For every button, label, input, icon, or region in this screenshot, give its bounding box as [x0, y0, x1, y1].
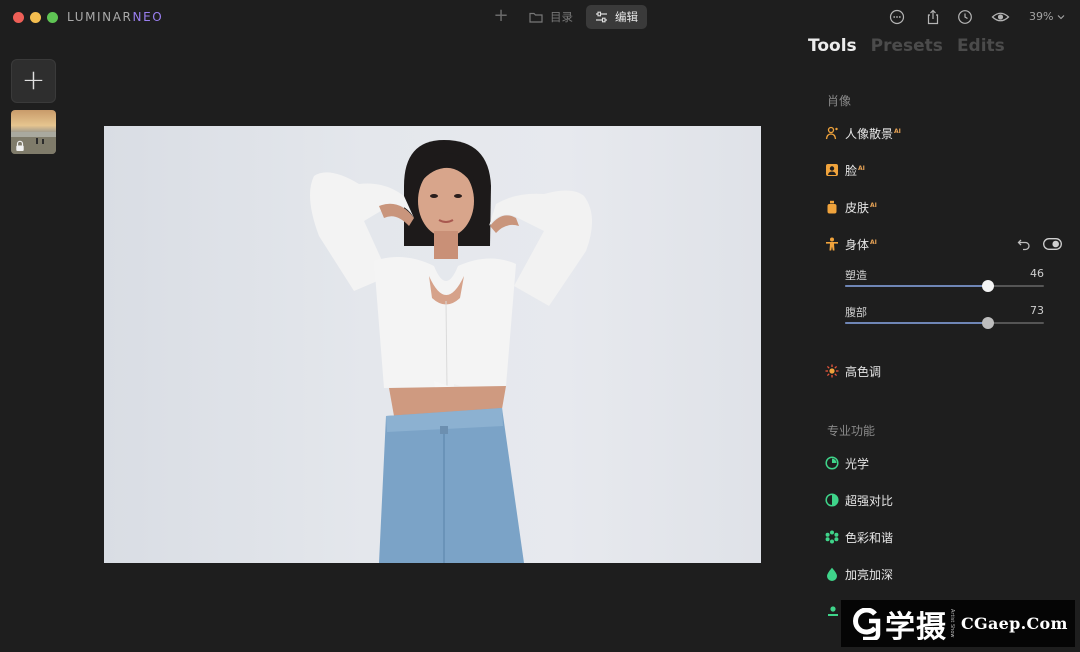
tool-color-harmony[interactable]: 色彩和谐: [825, 528, 893, 546]
tab-tools[interactable]: Tools: [808, 36, 857, 56]
tab-edit-label: 编辑: [615, 10, 638, 24]
tool-face[interactable]: 脸AI: [825, 161, 865, 179]
slider-shape-knob[interactable]: [982, 280, 995, 292]
photo-thumbnail[interactable]: [11, 110, 56, 154]
skin-icon: [827, 200, 837, 214]
zoom-selector[interactable]: 39%: [1029, 10, 1065, 23]
section-professional: 专业功能: [827, 424, 876, 438]
history-icon[interactable]: [957, 9, 973, 25]
tab-catalog-label: 目录: [550, 10, 573, 24]
slider-belly-fill: [845, 322, 989, 324]
tool-body-label: 身体: [845, 237, 870, 252]
watermark-cn: 学摄: [885, 609, 947, 645]
tool-color-harmony-label: 色彩和谐: [845, 530, 894, 545]
tab-edits[interactable]: Edits: [957, 36, 1005, 56]
close-window-button[interactable]: [13, 12, 24, 23]
face-icon: [826, 164, 838, 176]
add-icon[interactable]: +: [493, 7, 509, 25]
color-harmony-icon: [825, 530, 839, 544]
body-icon: [826, 237, 838, 251]
title-bar: LUMINARNEO + 目录 编辑 39%: [0, 0, 1080, 34]
lock-icon: [16, 140, 24, 151]
minimize-window-button[interactable]: [30, 12, 41, 23]
chevron-down-icon: [1058, 14, 1065, 19]
body-tool-actions: [1017, 237, 1062, 251]
add-photo-button[interactable]: +: [11, 59, 56, 103]
tool-supercontrast[interactable]: 超强对比: [825, 491, 893, 509]
tab-presets[interactable]: Presets: [871, 36, 943, 56]
toggle-visibility-icon[interactable]: [1043, 238, 1062, 250]
tool-portrait-bokeh[interactable]: 人像散景AI: [825, 124, 901, 142]
slider-belly-label: 腹部: [845, 306, 867, 319]
slider-shape-fill: [845, 285, 989, 287]
app-logo: LUMINARNEO: [67, 10, 164, 24]
tool-skin[interactable]: 皮肤AI: [825, 198, 877, 216]
watermark-small: Artist Show: [949, 609, 955, 638]
tool-high-key[interactable]: 高色调: [825, 362, 881, 380]
section-portrait: 肖像: [827, 94, 852, 108]
tool-skin-label: 皮肤: [845, 200, 870, 215]
tool-high-key-label: 高色调: [845, 364, 882, 379]
watermark-logo: [853, 607, 881, 640]
folder-icon: [529, 12, 543, 23]
slider-shape-value: 46: [1030, 267, 1044, 280]
person-icon: [828, 606, 838, 616]
panel-tabs: Tools Presets Edits: [808, 36, 1005, 56]
slider-belly[interactable]: [845, 317, 1044, 329]
tool-body[interactable]: 身体AI: [825, 235, 877, 253]
tab-edit[interactable]: 编辑: [586, 5, 647, 29]
portrait-bokeh-icon: [825, 126, 838, 140]
watermark-en: CGaep.Com: [961, 614, 1068, 633]
tab-catalog[interactable]: 目录: [520, 5, 582, 29]
tool-dodge-burn-label: 加亮加深: [845, 567, 894, 582]
slider-shape[interactable]: [845, 280, 1044, 292]
ai-badge: AI: [870, 201, 877, 209]
ai-badge: AI: [858, 164, 865, 172]
sliders-icon: [596, 11, 607, 23]
zoom-level: 39%: [1029, 10, 1054, 23]
tool-optics[interactable]: 光学: [825, 454, 869, 472]
supercontrast-icon: [825, 493, 839, 507]
watermark: 学摄 Artist Show CGaep.Com: [841, 600, 1075, 647]
tool-optics-label: 光学: [845, 456, 870, 471]
ai-badge: AI: [894, 127, 901, 135]
preview-eye-icon[interactable]: [991, 9, 1010, 25]
portrait-photo: [310, 140, 593, 563]
optics-icon: [825, 456, 839, 470]
share-icon[interactable]: [925, 9, 941, 25]
more-options-icon[interactable]: [889, 9, 905, 25]
zoom-window-button[interactable]: [47, 12, 58, 23]
ai-badge: AI: [870, 238, 877, 246]
slider-belly-value: 73: [1030, 304, 1044, 317]
tool-face-label: 脸: [845, 163, 858, 178]
tool-supercontrast-label: 超强对比: [845, 493, 894, 508]
tool-portrait-bokeh-label: 人像散景: [845, 126, 894, 141]
high-key-icon: [825, 364, 839, 378]
slider-belly-knob[interactable]: [982, 317, 995, 329]
slider-shape-label: 塑造: [845, 269, 867, 282]
tool-dodge-burn[interactable]: 加亮加深: [825, 565, 893, 583]
dodge-burn-icon: [827, 567, 837, 581]
undo-icon[interactable]: [1017, 237, 1031, 251]
photo-canvas[interactable]: [104, 126, 761, 563]
